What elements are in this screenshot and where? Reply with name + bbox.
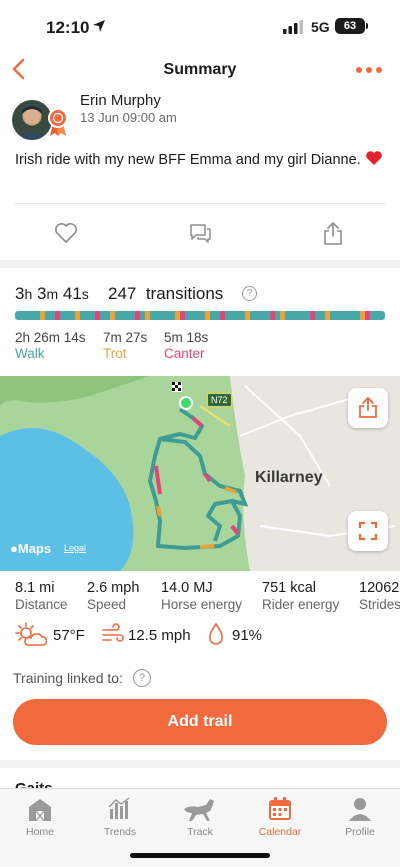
transitions-label: transitions — [145, 284, 224, 303]
ride-summary-card: 3h 3m 41s 247 transitions ? 2h 26m 14s W… — [0, 268, 400, 760]
post-text: Irish ride with my new BFF Emma and my g… — [15, 150, 395, 170]
avatar-photo — [18, 106, 46, 140]
speed-label: Speed — [87, 597, 127, 612]
divider — [15, 203, 385, 204]
tab-home[interactable]: Home — [0, 795, 80, 838]
trot-time: 7m 27s — [103, 330, 148, 345]
battery-icon: 63 — [335, 18, 365, 34]
add-trail-button[interactable]: Add trail — [13, 699, 387, 745]
share-icon — [359, 396, 377, 418]
strides-label: Strides — [359, 597, 400, 612]
legal-link[interactable]: Legal — [64, 543, 86, 553]
gait-bar-segment — [380, 311, 385, 320]
post-date: 13 Jun 09:00 am — [80, 110, 177, 125]
expand-icon — [358, 521, 378, 541]
walk-label: Walk — [15, 346, 45, 361]
tab-home-label: Home — [25, 826, 54, 838]
post-text-body: Irish ride with my new BFF Emma and my g… — [15, 152, 361, 168]
strides-value: 12062 — [359, 580, 400, 596]
temperature: 57°F — [53, 627, 85, 644]
route-map[interactable]: N72 Killarney ●Maps Legal — [0, 376, 400, 571]
tab-profile-label: Profile — [345, 826, 375, 838]
horse-energy-value: 14.0 MJ — [161, 580, 213, 596]
partly-sunny-icon — [15, 622, 47, 646]
trends-icon — [108, 797, 130, 819]
wind-icon — [102, 623, 124, 642]
apple-logo-icon: ● — [10, 541, 18, 556]
map-share-button[interactable] — [348, 388, 388, 428]
red-heart-emoji-icon — [365, 151, 382, 165]
page-title: Summary — [163, 61, 237, 78]
rider-energy-label: Rider energy — [262, 597, 340, 612]
rider-energy-value: 751 kcal — [262, 580, 317, 596]
map-canvas — [0, 376, 400, 571]
heart-icon[interactable] — [53, 220, 79, 246]
battery-tip — [366, 23, 368, 29]
signal-icon — [283, 20, 303, 34]
tab-trends-label: Trends — [103, 826, 137, 838]
barn-icon — [29, 799, 51, 822]
home-indicator — [130, 853, 270, 858]
wind-speed: 12.5 mph — [128, 627, 191, 644]
humidity-drop-icon — [209, 622, 223, 645]
canter-time: 5m 18s — [164, 330, 209, 345]
profile-icon — [349, 798, 371, 821]
comment-icon[interactable] — [187, 220, 213, 246]
gait-timeline-bar — [15, 311, 385, 320]
town-label: Killarney — [255, 469, 323, 486]
tab-profile[interactable]: Profile — [320, 795, 400, 838]
training-linked-label: Training linked to: — [13, 670, 123, 686]
ride-duration: 3h 3m 41s — [15, 284, 89, 303]
trot-label: Trot — [103, 346, 127, 361]
tab-calendar-label: Calendar — [258, 826, 302, 838]
help-icon[interactable]: ? — [242, 286, 257, 301]
road-label: N72 — [207, 393, 232, 407]
user-name[interactable]: Erin Murphy — [80, 92, 161, 109]
training-help-icon[interactable]: ? — [133, 669, 151, 687]
post-card: Erin Murphy 13 Jun 09:00 am Irish ride w… — [0, 90, 400, 260]
avatar[interactable] — [12, 100, 52, 140]
speed-value: 2.6 mph — [87, 580, 140, 596]
status-bar: 12:10 5G 63 — [0, 0, 400, 50]
calendar-icon — [269, 797, 291, 820]
map-expand-button[interactable] — [348, 511, 388, 551]
distance-label: Distance — [15, 597, 68, 612]
horse-icon — [184, 799, 214, 821]
tab-trends[interactable]: Trends — [80, 795, 160, 838]
walk-time: 2h 26m 14s — [15, 330, 86, 345]
award-badge-icon — [48, 108, 68, 136]
nav-bar: Summary — [0, 50, 400, 90]
more-dots-icon[interactable] — [355, 66, 383, 74]
maps-attribution: ●Maps — [10, 541, 51, 556]
tab-calendar[interactable]: Calendar — [240, 795, 320, 838]
horse-energy-label: Horse energy — [161, 597, 243, 612]
maps-label: Maps — [17, 541, 52, 556]
tab-track-label: Track — [187, 826, 213, 838]
distance-value: 8.1 mi — [15, 580, 55, 596]
share-icon[interactable] — [320, 220, 346, 246]
duration-seconds: 41 — [62, 284, 82, 303]
status-time: 12:10 — [46, 18, 90, 37]
canter-label: Canter — [164, 346, 205, 361]
location-arrow-icon — [93, 20, 105, 32]
network-type: 5G — [311, 19, 330, 35]
tab-track[interactable]: Track — [160, 795, 240, 838]
transitions-count: 247 transitions — [108, 284, 223, 304]
transitions-number: 247 — [108, 284, 137, 303]
humidity: 91% — [232, 627, 263, 644]
